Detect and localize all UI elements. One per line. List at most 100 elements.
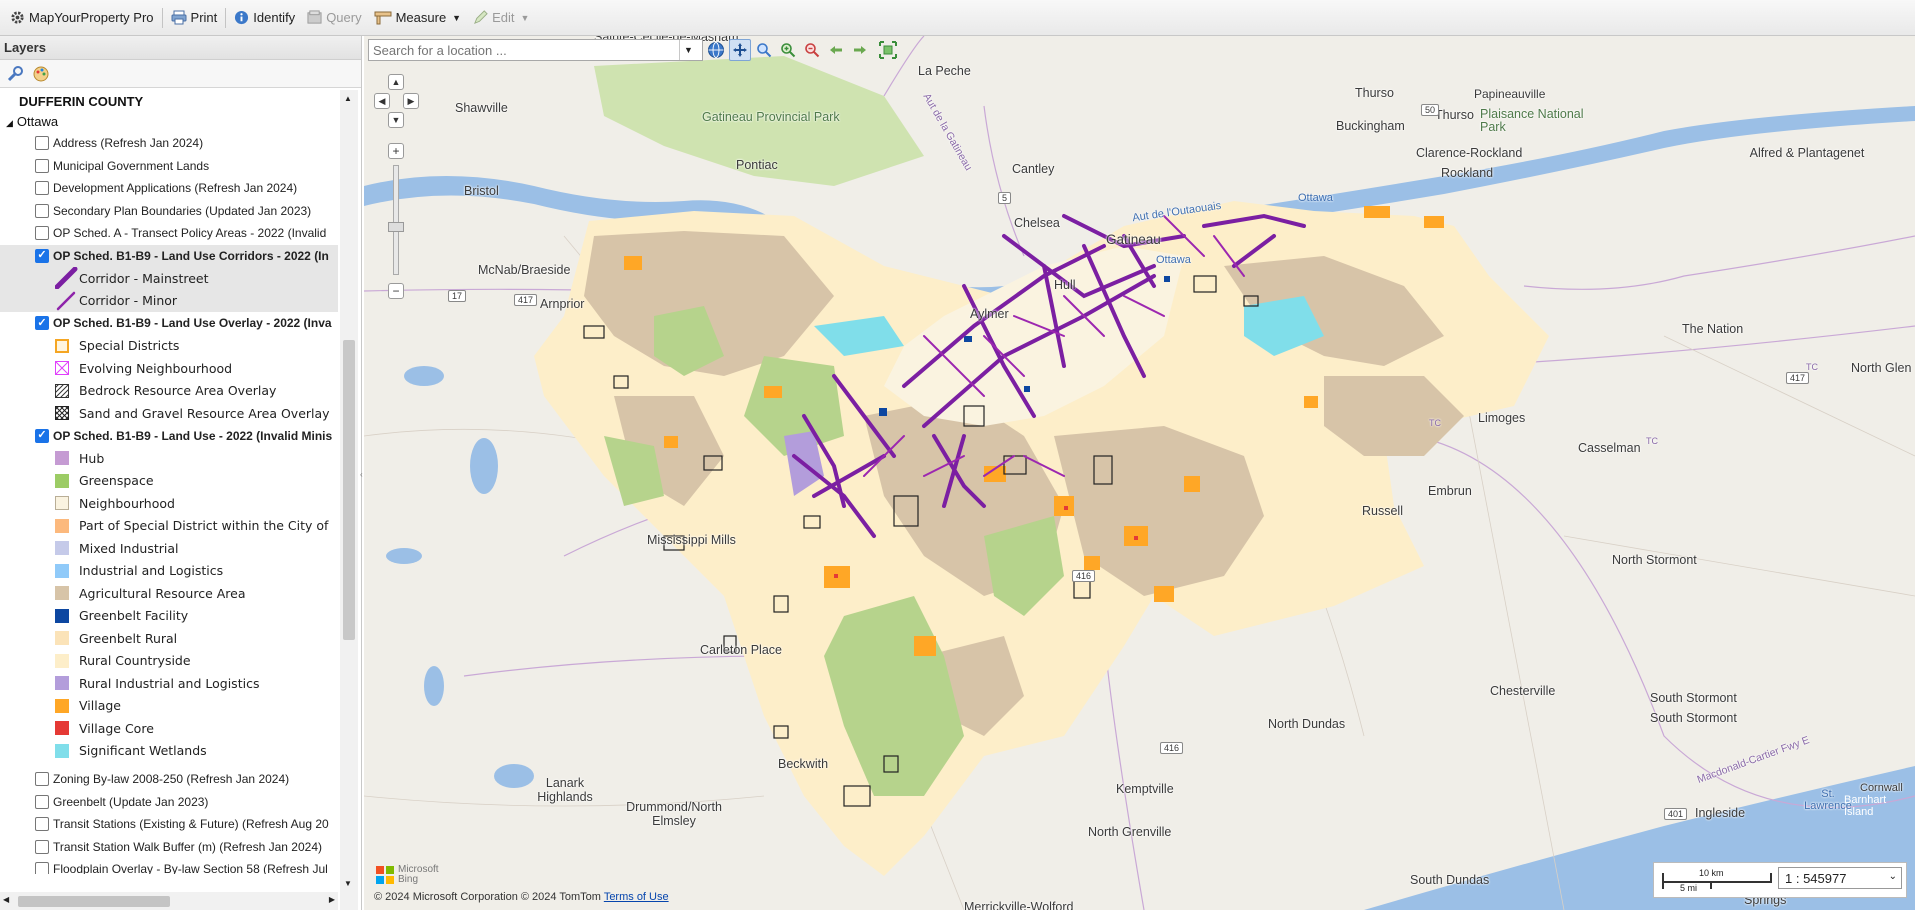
zoom-box-button[interactable] (753, 39, 775, 61)
previous-extent-button[interactable] (825, 39, 847, 61)
scroll-down-icon[interactable]: ▼ (344, 879, 352, 888)
map-view[interactable]: Sainte-Cécile-de-Masham La Peche Gatinea… (364, 36, 1915, 910)
legend-swatch (55, 563, 69, 578)
map-label: Papineauville (1474, 87, 1546, 101)
query-label: Query (326, 10, 362, 25)
map-label: Plaisance National Park (1480, 107, 1584, 134)
map-label: Cornwall (1860, 782, 1903, 794)
terms-of-use-link[interactable]: Terms of Use (604, 891, 669, 903)
layer-item-corridors[interactable]: ✓ OP Sched. B1-B9 - Land Use Corridors - … (0, 244, 338, 267)
identify-label: Identify (253, 10, 296, 25)
measure-label: Measure (395, 10, 447, 25)
layer-checkbox[interactable] (35, 203, 49, 218)
layer-checkbox[interactable] (35, 817, 49, 832)
app-title-button[interactable]: MapYourProperty Pro (4, 5, 160, 31)
scale-select[interactable]: 1 : 545977 ⌄ (1778, 867, 1902, 889)
layer-item[interactable]: Floodplain Overlay - By-law Section 58 (… (0, 858, 338, 874)
zoom-minus-button[interactable]: − (388, 283, 404, 299)
full-extent-button[interactable] (877, 39, 899, 61)
route-label: TC (1806, 362, 1818, 372)
legend-item: Village (0, 695, 338, 718)
layer-item[interactable]: Address (Refresh Jan 2024) (0, 132, 338, 155)
chevron-down-icon[interactable]: ▼ (679, 40, 697, 60)
layer-label: OP Sched. B1-B9 - Land Use Overlay - 202… (53, 316, 332, 331)
legend-swatch (55, 608, 69, 623)
layer-checkbox[interactable] (35, 181, 49, 196)
layer-checkbox[interactable] (35, 136, 49, 151)
map-label: Chelsea (1014, 216, 1060, 230)
map-label: Clarence-Rockland (1416, 146, 1523, 160)
layer-subgroup-ottawa[interactable]: ◢ Ottawa (0, 112, 338, 132)
edit-button[interactable]: Edit ▼ (467, 5, 535, 31)
legend-item: Greenbelt Rural (0, 627, 338, 650)
scrollbar-thumb[interactable] (343, 340, 355, 640)
layer-item-landuse[interactable]: ✓ OP Sched. B1-B9 - Land Use - 2022 (Inva… (0, 425, 338, 448)
layer-item[interactable]: Development Applications (Refresh Jan 20… (0, 177, 338, 200)
layers-horizontal-scrollbar[interactable]: ◀ ▶ (0, 892, 338, 910)
identify-button[interactable]: Identify (228, 5, 301, 31)
map-label: Chesterville (1490, 684, 1556, 698)
zoom-plus-button[interactable]: + (388, 143, 404, 159)
wrench-icon[interactable] (6, 65, 24, 83)
pan-up-button[interactable]: ▲ (388, 74, 404, 90)
legend-label: Greenbelt Rural (79, 630, 178, 646)
layer-checkbox-checked[interactable]: ✓ (35, 248, 49, 263)
pan-right-button[interactable]: ▶ (403, 93, 419, 109)
scroll-left-icon[interactable]: ◀ (3, 895, 9, 904)
pan-down-button[interactable]: ▼ (388, 112, 404, 128)
globe-tool-button[interactable] (705, 39, 727, 61)
layer-checkbox[interactable] (35, 794, 49, 809)
layer-item[interactable]: Transit Stations (Existing & Future) (Re… (0, 813, 338, 836)
map-label: Carleton Place (700, 643, 782, 657)
zoom-in-button[interactable] (777, 39, 799, 61)
layers-vertical-scrollbar[interactable]: ▲ ▼ (340, 90, 358, 910)
layer-item[interactable]: Transit Station Walk Buffer (m) (Refresh… (0, 836, 338, 859)
layer-item[interactable]: Secondary Plan Boundaries (Updated Jan 2… (0, 200, 338, 223)
pan-tool-button[interactable] (729, 39, 751, 61)
layer-checkbox-checked[interactable]: ✓ (35, 316, 49, 331)
route-shield: 416 (1160, 742, 1184, 754)
query-button[interactable]: Query (301, 5, 367, 31)
layer-checkbox[interactable] (35, 839, 49, 854)
map-attribution: © 2024 Microsoft Corporation © 2024 TomT… (374, 891, 669, 903)
scrollbar-thumb[interactable] (18, 896, 170, 907)
pan-left-button[interactable]: ◀ (374, 93, 390, 109)
layer-item[interactable]: OP Sched. A - Transect Policy Areas - 20… (0, 222, 338, 245)
legend-label: Village Core (79, 720, 154, 736)
collapse-triangle-icon[interactable]: ◢ (6, 118, 13, 128)
lake (470, 438, 498, 494)
measure-button[interactable]: Measure ▼ (368, 5, 468, 31)
next-extent-button[interactable] (849, 39, 871, 61)
scroll-up-icon[interactable]: ▲ (344, 94, 352, 103)
layer-item[interactable]: Zoning By-law 2008-250 (Refresh Jan 2024… (0, 768, 338, 791)
microsoft-logo-icon (376, 866, 394, 884)
legend-label: Agricultural Resource Area (79, 585, 246, 601)
layer-checkbox[interactable] (35, 862, 49, 874)
zoom-slider-thumb[interactable] (388, 222, 404, 232)
legend-item: Significant Wetlands (0, 740, 338, 763)
zoom-out-button[interactable] (801, 39, 823, 61)
layer-checkbox-checked[interactable]: ✓ (35, 428, 49, 443)
location-search-input[interactable] (369, 42, 679, 58)
chevron-down-icon[interactable]: ⌄ (1889, 871, 1897, 882)
print-button[interactable]: Print (165, 5, 224, 31)
scroll-right-icon[interactable]: ▶ (329, 895, 335, 904)
layer-item[interactable]: Greenbelt (Update Jan 2023) (0, 791, 338, 814)
map-label: McNab/Braeside (478, 263, 571, 277)
layers-toolbar (0, 60, 361, 88)
layer-checkbox[interactable] (35, 158, 49, 173)
palette-icon[interactable] (32, 65, 50, 83)
map-label: The Nation (1682, 322, 1744, 336)
layer-checkbox[interactable] (35, 226, 49, 241)
edit-label: Edit (492, 10, 515, 25)
layers-panel-title: Layers (0, 36, 361, 60)
layer-item-overlay[interactable]: ✓ OP Sched. B1-B9 - Land Use Overlay - 20… (0, 312, 338, 335)
location-search[interactable]: ▼ (368, 39, 703, 61)
layer-checkbox[interactable] (35, 772, 49, 787)
zoom-in-icon (781, 43, 796, 58)
zoom-slider-track[interactable] (393, 165, 399, 275)
collapse-panel-handle[interactable]: ‹ (360, 470, 363, 479)
map-label: Barnhart Island (1844, 794, 1887, 818)
layer-item[interactable]: Municipal Government Lands (0, 155, 338, 178)
map-label: Thurso (1355, 86, 1394, 100)
